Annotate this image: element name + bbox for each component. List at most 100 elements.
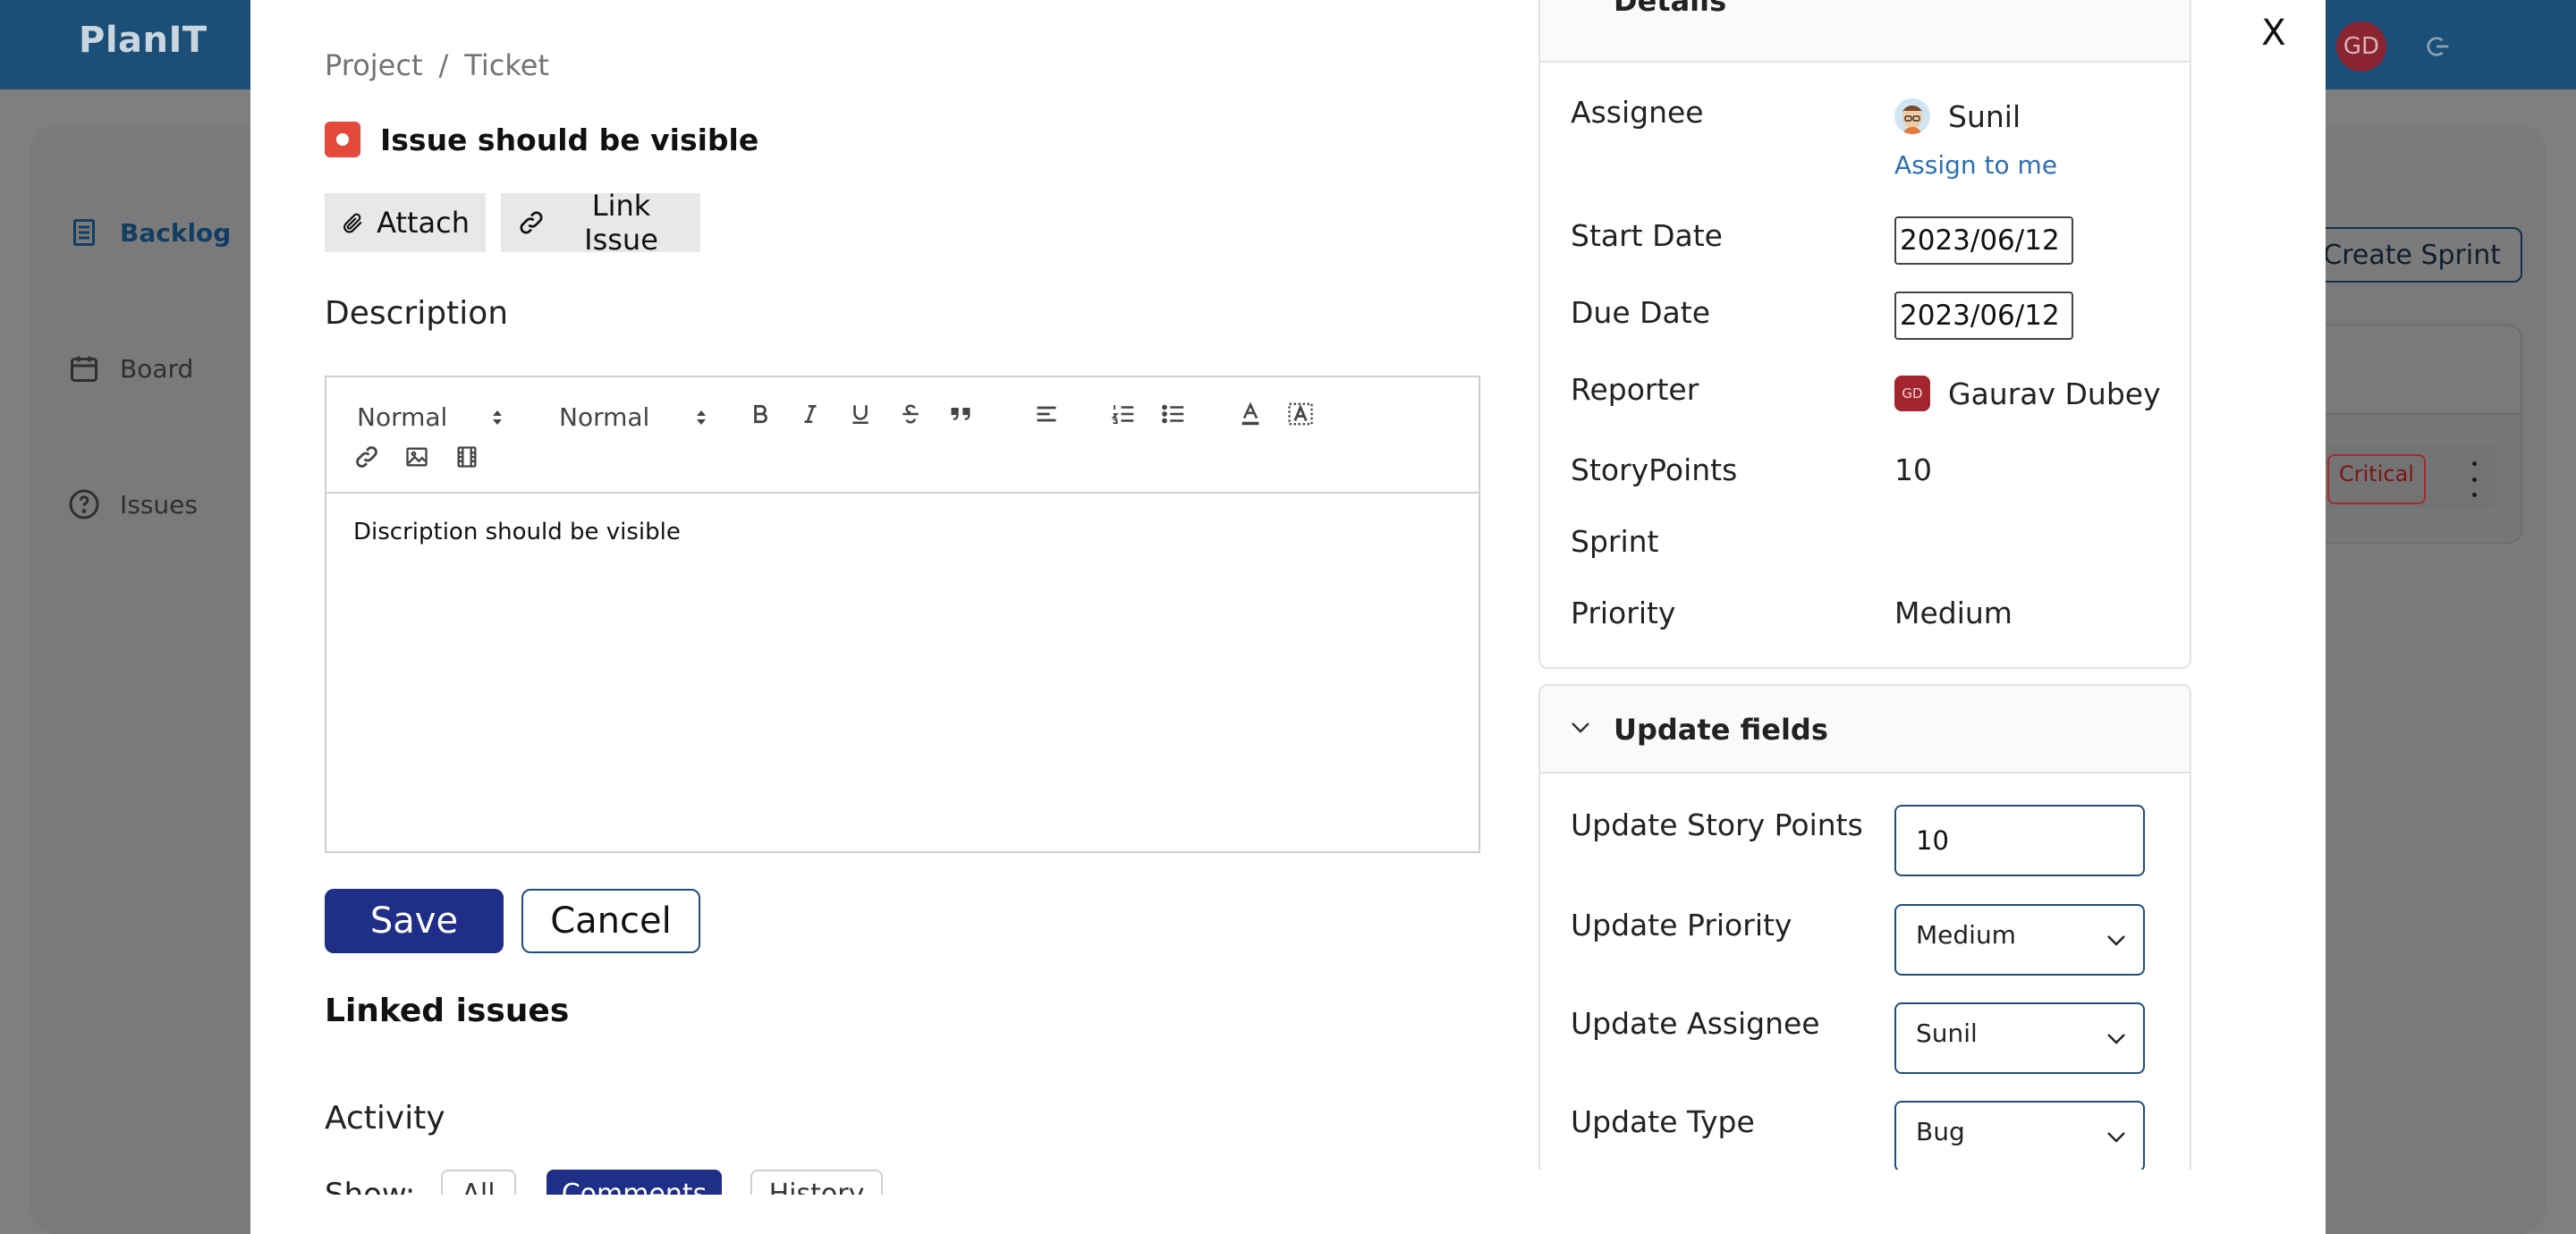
strikethrough-icon[interactable] — [895, 399, 926, 429]
activity-filter-bar: Show: All Comments History — [325, 1162, 897, 1195]
calendar-icon — [71, 356, 97, 382]
sprint-label: Sprint — [1571, 524, 1659, 559]
reporter-value[interactable]: GD Gaurav Dubey — [1894, 376, 2161, 411]
help-circle-icon — [69, 489, 99, 520]
font-size-value: Normal — [559, 401, 650, 432]
chevron-down-icon — [2107, 935, 2125, 946]
start-date-label: Start Date — [1571, 218, 1723, 253]
select-arrows-icon — [697, 410, 706, 425]
chevron-down-icon — [2107, 1132, 2125, 1143]
priority-value: Medium — [1894, 596, 2012, 630]
update-priority-select[interactable]: Medium — [1894, 904, 2145, 976]
sidebar-item-backlog[interactable]: Backlog — [68, 211, 231, 254]
attach-label: Attach — [377, 206, 470, 240]
priority-badge: Critical — [2327, 454, 2426, 504]
sidebar-item-label: Issues — [120, 489, 198, 520]
paperclip-icon — [343, 213, 362, 233]
bug-icon — [325, 122, 360, 157]
update-fields-panel: Update fields Update Story Points Update… — [1538, 684, 2191, 1234]
assignee-avatar-icon — [1894, 98, 1930, 134]
insert-link-icon[interactable] — [352, 442, 382, 472]
font-size-select[interactable]: Normal — [559, 399, 711, 435]
align-icon[interactable] — [1031, 399, 1062, 429]
reporter-avatar: GD — [1894, 376, 1930, 411]
story-points-label: StoryPoints — [1571, 452, 1738, 487]
sidebar-item-label: Board — [120, 353, 194, 384]
backlog-icon — [73, 219, 95, 246]
update-assignee-label: Update Assignee — [1571, 1006, 1820, 1041]
editor-toolbar: Normal Normal — [326, 377, 1479, 494]
link-icon — [520, 211, 543, 234]
cancel-button[interactable]: Cancel — [521, 889, 700, 953]
update-type-value: Bug — [1916, 1117, 1965, 1146]
assignee-name: Sunil — [1948, 98, 2021, 134]
breadcrumb-project[interactable]: Project — [325, 48, 422, 82]
attach-button[interactable]: Attach — [325, 193, 486, 252]
due-date-input[interactable] — [1894, 292, 2073, 340]
update-fields-header[interactable]: Update fields — [1540, 686, 2190, 773]
sidebar-item-label: Backlog — [120, 217, 232, 248]
underline-icon[interactable] — [845, 399, 876, 429]
update-priority-value: Medium — [1916, 920, 2016, 950]
header-format-value: Normal — [357, 401, 448, 432]
update-priority-label: Update Priority — [1571, 908, 1792, 942]
update-type-label: Update Type — [1571, 1104, 1755, 1139]
chevron-down-icon — [2107, 1034, 2125, 1044]
bullet-list-icon[interactable] — [1158, 399, 1189, 429]
update-story-points-input[interactable] — [1894, 805, 2145, 876]
table-header — [2292, 325, 2521, 415]
activity-heading: Activity — [325, 1100, 445, 1137]
filter-history-button[interactable]: History — [750, 1170, 883, 1195]
description-heading: Description — [325, 295, 509, 332]
more-options-icon[interactable] — [2465, 461, 2483, 497]
chevron-down-icon — [1572, 723, 1589, 733]
background-color-icon[interactable] — [1285, 399, 1316, 429]
assign-to-me-link[interactable]: Assign to me — [1894, 150, 2057, 180]
assignee-label: Assignee — [1571, 95, 1704, 130]
header-format-select[interactable]: Normal — [357, 399, 509, 435]
user-avatar[interactable]: GD — [2336, 21, 2386, 72]
filter-comments-button[interactable]: Comments — [547, 1170, 722, 1195]
update-assignee-value: Sunil — [1916, 1018, 1978, 1048]
priority-label: Priority — [1571, 596, 1676, 630]
save-button[interactable]: Save — [325, 889, 504, 953]
assignee-value[interactable]: Sunil — [1894, 98, 2021, 134]
sidebar-item-board[interactable]: Board — [68, 347, 193, 390]
show-label: Show: — [325, 1177, 416, 1195]
insert-image-icon[interactable] — [402, 442, 432, 472]
reporter-name: Gaurav Dubey — [1948, 376, 2161, 411]
insert-video-icon[interactable] — [452, 442, 482, 472]
description-editor: Normal Normal Discription should be visi… — [325, 376, 1480, 853]
story-points-value: 10 — [1894, 452, 1932, 487]
details-header[interactable]: Details — [1540, 0, 2190, 63]
close-modal-button[interactable]: X — [2256, 11, 2292, 55]
breadcrumb: Project / Ticket — [325, 48, 549, 82]
ordered-list-icon[interactable] — [1108, 399, 1139, 429]
linked-issues-heading: Linked issues — [325, 993, 570, 1029]
update-type-select[interactable]: Bug — [1894, 1101, 2145, 1172]
start-date-input[interactable] — [1894, 216, 2073, 265]
text-color-icon[interactable] — [1235, 399, 1266, 429]
select-arrows-icon — [493, 410, 502, 425]
bold-icon[interactable] — [745, 399, 775, 429]
issue-title-row: Issue should be visible — [325, 122, 758, 157]
issue-title[interactable]: Issue should be visible — [380, 123, 758, 157]
details-heading: Details — [1614, 0, 1727, 18]
link-issue-label: Link Issue — [584, 189, 658, 257]
blockquote-icon[interactable] — [945, 399, 976, 429]
details-panel: Details Assignee Sunil Assign to me Star… — [1538, 0, 2191, 669]
sidebar-item-issues[interactable]: Issues — [68, 483, 198, 526]
app-logo[interactable]: PlanIT — [79, 20, 208, 61]
reporter-label: Reporter — [1571, 372, 1699, 407]
scroll-clip — [1538, 1170, 2191, 1234]
breadcrumb-separator: / — [438, 48, 449, 82]
description-content[interactable]: Discription should be visible — [353, 519, 681, 545]
filter-all-button[interactable]: All — [441, 1170, 516, 1195]
update-assignee-select[interactable]: Sunil — [1894, 1002, 2145, 1074]
breadcrumb-ticket[interactable]: Ticket — [464, 48, 549, 82]
italic-icon[interactable] — [795, 399, 826, 429]
logout-icon[interactable] — [2415, 25, 2458, 68]
update-story-points-label: Update Story Points — [1571, 807, 1863, 842]
link-issue-button[interactable]: Link Issue — [501, 189, 700, 257]
due-date-label: Due Date — [1571, 295, 1710, 330]
